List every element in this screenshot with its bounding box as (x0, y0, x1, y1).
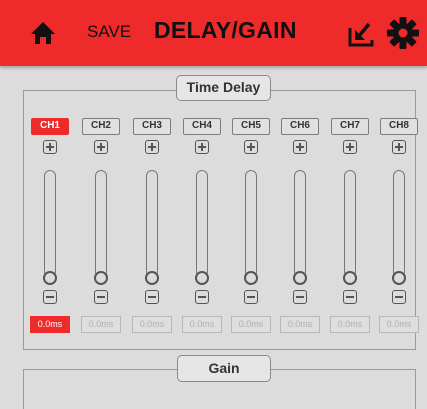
increase-delay-button[interactable] (343, 140, 357, 154)
delay-value-field[interactable]: 0.0ms (182, 316, 222, 333)
delay-slider-track[interactable] (146, 170, 158, 278)
increase-delay-button[interactable] (145, 140, 159, 154)
increase-delay-button[interactable] (43, 140, 57, 154)
save-button[interactable]: SAVE (87, 22, 131, 42)
decrease-delay-button[interactable] (43, 290, 57, 304)
delay-slider-knob[interactable] (244, 271, 258, 285)
delay-slider-knob[interactable] (343, 271, 357, 285)
delay-value-field[interactable]: 0.0ms (81, 316, 121, 333)
delay-slider-track[interactable] (95, 170, 107, 278)
increase-delay-button[interactable] (244, 140, 258, 154)
channel-select-button[interactable]: CH2 (82, 118, 120, 135)
top-bar: SAVE DELAY/GAIN (0, 0, 427, 66)
import-icon[interactable] (347, 20, 375, 48)
delay-value-field[interactable]: 0.0ms (280, 316, 320, 333)
delay-value-field[interactable]: 0.0ms (379, 316, 419, 333)
decrease-delay-button[interactable] (195, 290, 209, 304)
decrease-delay-button[interactable] (293, 290, 307, 304)
delay-slider-track[interactable] (245, 170, 257, 278)
page-title: DELAY/GAIN (154, 17, 297, 43)
decrease-delay-button[interactable] (392, 290, 406, 304)
gain-label: Gain (177, 355, 271, 382)
channel-select-button[interactable]: CH4 (183, 118, 221, 135)
delay-value-field[interactable]: 0.0ms (330, 316, 370, 333)
delay-slider-knob[interactable] (195, 271, 209, 285)
decrease-delay-button[interactable] (94, 290, 108, 304)
channel-select-button[interactable]: CH3 (133, 118, 171, 135)
delay-value-field[interactable]: 0.0ms (132, 316, 172, 333)
channel-select-button[interactable]: CH6 (281, 118, 319, 135)
channel-select-button[interactable]: CH1 (31, 118, 69, 135)
delay-slider-track[interactable] (393, 170, 405, 278)
decrease-delay-button[interactable] (244, 290, 258, 304)
delay-slider-track[interactable] (294, 170, 306, 278)
delay-value-field[interactable]: 0.0ms (30, 316, 70, 333)
channel-select-button[interactable]: CH7 (331, 118, 369, 135)
delay-slider-track[interactable] (44, 170, 56, 278)
channel-select-button[interactable]: CH8 (380, 118, 418, 135)
increase-delay-button[interactable] (293, 140, 307, 154)
decrease-delay-button[interactable] (343, 290, 357, 304)
delay-slider-track[interactable] (344, 170, 356, 278)
delay-slider-knob[interactable] (145, 271, 159, 285)
delay-slider-knob[interactable] (392, 271, 406, 285)
increase-delay-button[interactable] (392, 140, 406, 154)
home-icon[interactable] (30, 20, 56, 46)
time-delay-label: Time Delay (176, 75, 271, 101)
delay-value-field[interactable]: 0.0ms (231, 316, 271, 333)
gear-icon[interactable] (386, 16, 420, 50)
delay-slider-knob[interactable] (43, 271, 57, 285)
increase-delay-button[interactable] (195, 140, 209, 154)
delay-slider-track[interactable] (196, 170, 208, 278)
delay-slider-knob[interactable] (293, 271, 307, 285)
channel-select-button[interactable]: CH5 (232, 118, 270, 135)
decrease-delay-button[interactable] (145, 290, 159, 304)
increase-delay-button[interactable] (94, 140, 108, 154)
delay-slider-knob[interactable] (94, 271, 108, 285)
